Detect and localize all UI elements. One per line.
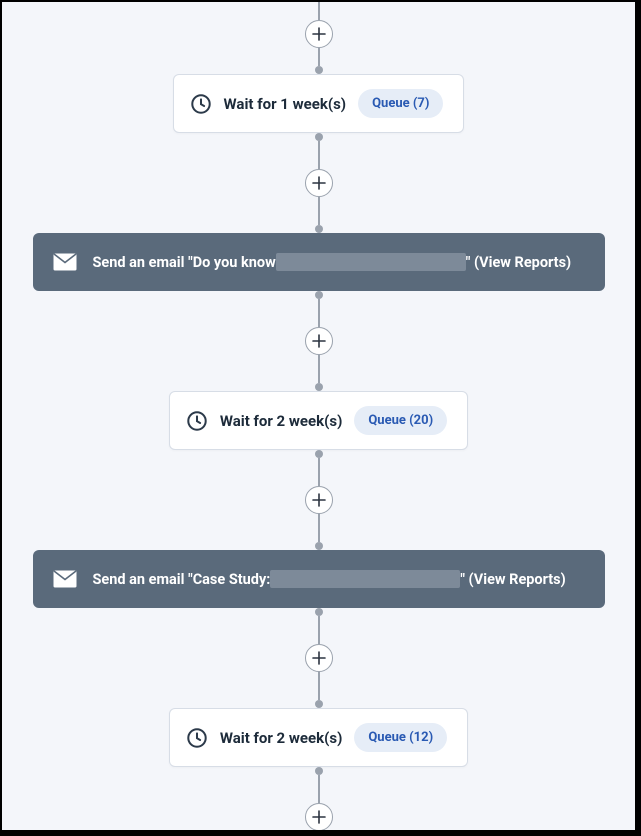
plus-icon (312, 810, 326, 824)
plus-icon (312, 651, 326, 665)
workflow-canvas: Wait for 1 week(s) Queue (7) Send an ema… (0, 0, 637, 832)
connector-dot (315, 133, 323, 141)
connector (315, 608, 323, 644)
connector-line (318, 616, 320, 644)
clock-icon (186, 410, 208, 432)
connector (315, 767, 323, 803)
connector-dot (315, 225, 323, 233)
connector-dot (315, 542, 323, 550)
connector (315, 291, 323, 327)
wait-step-label: Wait for 2 week(s) (220, 412, 343, 430)
email-prefix: Send an email "Do you know (93, 254, 276, 271)
plus-icon (312, 493, 326, 507)
connector-line (318, 141, 320, 169)
connector (315, 672, 323, 708)
add-step-button[interactable] (305, 803, 333, 831)
mail-icon (53, 570, 77, 588)
queue-badge[interactable]: Queue (7) (358, 89, 443, 118)
queue-badge[interactable]: Queue (20) (354, 406, 447, 435)
email-step-card[interactable]: Send an email "Case Study: " (View Repor… (33, 550, 605, 608)
connector-line (318, 458, 320, 486)
email-step-text: Send an email "Case Study: " (View Repor… (93, 570, 566, 588)
connector (315, 133, 323, 169)
wait-step-label: Wait for 2 week(s) (220, 729, 343, 747)
plus-icon (312, 176, 326, 190)
connector-dot (315, 383, 323, 391)
wait-step-card[interactable]: Wait for 2 week(s) Queue (20) (169, 391, 468, 450)
add-step-button[interactable] (305, 327, 333, 355)
clock-icon (186, 727, 208, 749)
email-step-text: Send an email "Do you know " (View Repor… (93, 253, 572, 271)
connector-line (318, 197, 320, 225)
add-step-button[interactable] (305, 20, 333, 48)
queue-badge[interactable]: Queue (12) (354, 723, 447, 752)
email-step-card[interactable]: Send an email "Do you know " (View Repor… (33, 233, 605, 291)
email-suffix: " (View Reports) (460, 571, 565, 588)
connector-dot (315, 700, 323, 708)
connector (315, 514, 323, 550)
workflow-flow: Wait for 1 week(s) Queue (7) Send an ema… (2, 2, 635, 832)
wait-step-card[interactable]: Wait for 1 week(s) Queue (7) (173, 74, 465, 133)
redacted-text (270, 570, 460, 588)
connector-line (318, 831, 320, 832)
connector-dot (315, 767, 323, 775)
connector (315, 355, 323, 391)
email-suffix: " (View Reports) (466, 254, 571, 271)
wait-step-label: Wait for 1 week(s) (224, 95, 347, 113)
connector-dot (315, 608, 323, 616)
connector-line (318, 299, 320, 327)
connector-dot (315, 66, 323, 74)
connector-line (318, 775, 320, 803)
connector-line (318, 355, 320, 383)
connector (315, 48, 323, 74)
add-step-button[interactable] (305, 169, 333, 197)
connector-dot (315, 450, 323, 458)
connector-line (318, 514, 320, 542)
connector (315, 197, 323, 233)
email-prefix: Send an email "Case Study: (93, 571, 271, 588)
plus-icon (312, 334, 326, 348)
connector (315, 450, 323, 486)
add-step-button[interactable] (305, 644, 333, 672)
redacted-text (276, 253, 466, 271)
connector-line (318, 2, 320, 20)
connector-dot (315, 291, 323, 299)
connector-line (318, 48, 320, 66)
connector (315, 831, 323, 832)
mail-icon (53, 253, 77, 271)
connector-line (318, 672, 320, 700)
wait-step-card[interactable]: Wait for 2 week(s) Queue (12) (169, 708, 468, 767)
plus-icon (312, 27, 326, 41)
add-step-button[interactable] (305, 486, 333, 514)
connector (318, 2, 320, 20)
clock-icon (190, 93, 212, 115)
